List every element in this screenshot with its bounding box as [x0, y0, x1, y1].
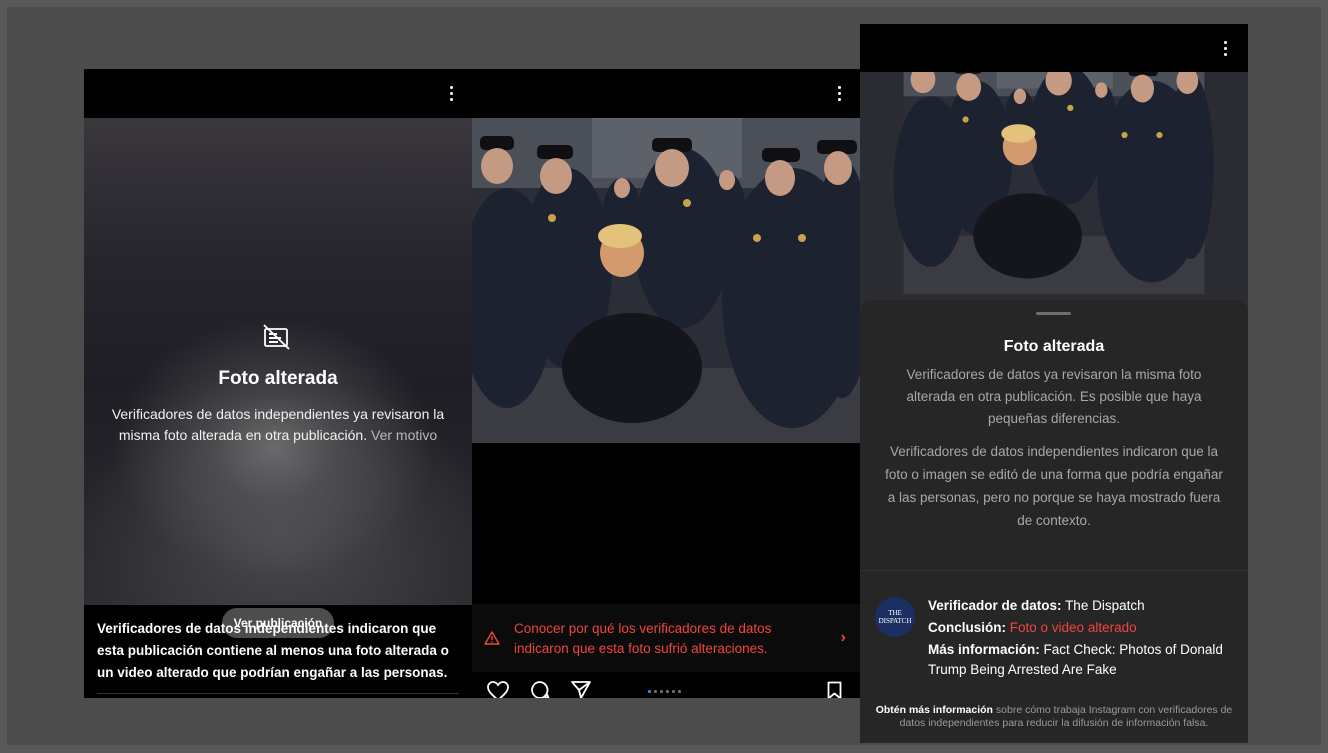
fact-check-info: Verificador de datos: The Dispatch Concl… [928, 596, 1228, 682]
sheet-description: Verificadores de datos ya revisaron la m… [906, 367, 1202, 426]
the-dispatch-logo: THE DISPATCH [875, 597, 915, 637]
warning-icon [484, 631, 500, 645]
sheet-details: Verificadores de datos independientes in… [885, 444, 1223, 528]
post-right-screen: Foto alterada Verificadores de datos ya … [860, 24, 1248, 743]
fact-check-warning-row[interactable]: Conocer por qué los verificadores de dat… [472, 604, 860, 672]
fact-check-sheet: Foto alterada Verificadores de datos ya … [860, 300, 1248, 743]
comment-icon[interactable] [530, 680, 550, 698]
more-info-row[interactable]: Más información: Fact Check: Photos of D… [928, 640, 1228, 680]
post-header [84, 69, 472, 118]
post-photo [472, 118, 860, 443]
more-vertical-icon[interactable] [1224, 41, 1228, 59]
conclusion-value: Foto o video alterado [1009, 620, 1137, 635]
warning-text: Conocer por qué los verificadores de dat… [514, 621, 772, 656]
more-info-label: Más información: [928, 642, 1040, 657]
divider [860, 570, 1248, 571]
post-actions-bar [472, 672, 860, 698]
checker-label: Verificador de datos: [928, 598, 1062, 613]
more-vertical-icon[interactable] [450, 86, 454, 104]
divider [97, 693, 459, 694]
conclusion-row: Conclusión: Foto o video alterado [928, 618, 1228, 638]
bookmark-icon[interactable] [827, 681, 842, 698]
altered-photo-icon [263, 324, 290, 350]
sheet-footer: Obtén más información sobre cómo trabaja… [874, 704, 1234, 730]
more-vertical-icon[interactable] [838, 86, 842, 104]
logo-line-1: THE [888, 609, 902, 617]
conclusion-label: Conclusión: [928, 620, 1006, 635]
carousel-indicator [648, 690, 684, 694]
checker-value: The Dispatch [1065, 598, 1145, 613]
see-reason-link[interactable]: Ver motivo [371, 427, 437, 443]
share-icon[interactable] [570, 680, 592, 698]
post-middle-screen: Conocer por qué los verificadores de dat… [472, 69, 860, 698]
learn-more-link[interactable]: Obtén más información [876, 704, 993, 716]
blurred-post-cover: Foto alterada Verificadores de datos ind… [84, 118, 472, 638]
sheet-title: Foto alterada [1003, 338, 1105, 355]
chevron-right-icon: › [840, 629, 846, 646]
logo-line-2: DISPATCH [878, 617, 912, 625]
cover-title: Foto alterada [218, 368, 338, 389]
cover-description: Verificadores de datos independientes ya… [98, 404, 458, 446]
checker-row: Verificador de datos: The Dispatch [928, 596, 1228, 616]
post-photo [860, 72, 1248, 324]
post-left-screen: Foto alterada Verificadores de datos ind… [84, 69, 472, 698]
heart-icon[interactable] [486, 680, 510, 698]
sheet-drag-handle[interactable] [1036, 312, 1071, 315]
fact-check-caption: Verificadores de datos independientes in… [97, 621, 449, 680]
